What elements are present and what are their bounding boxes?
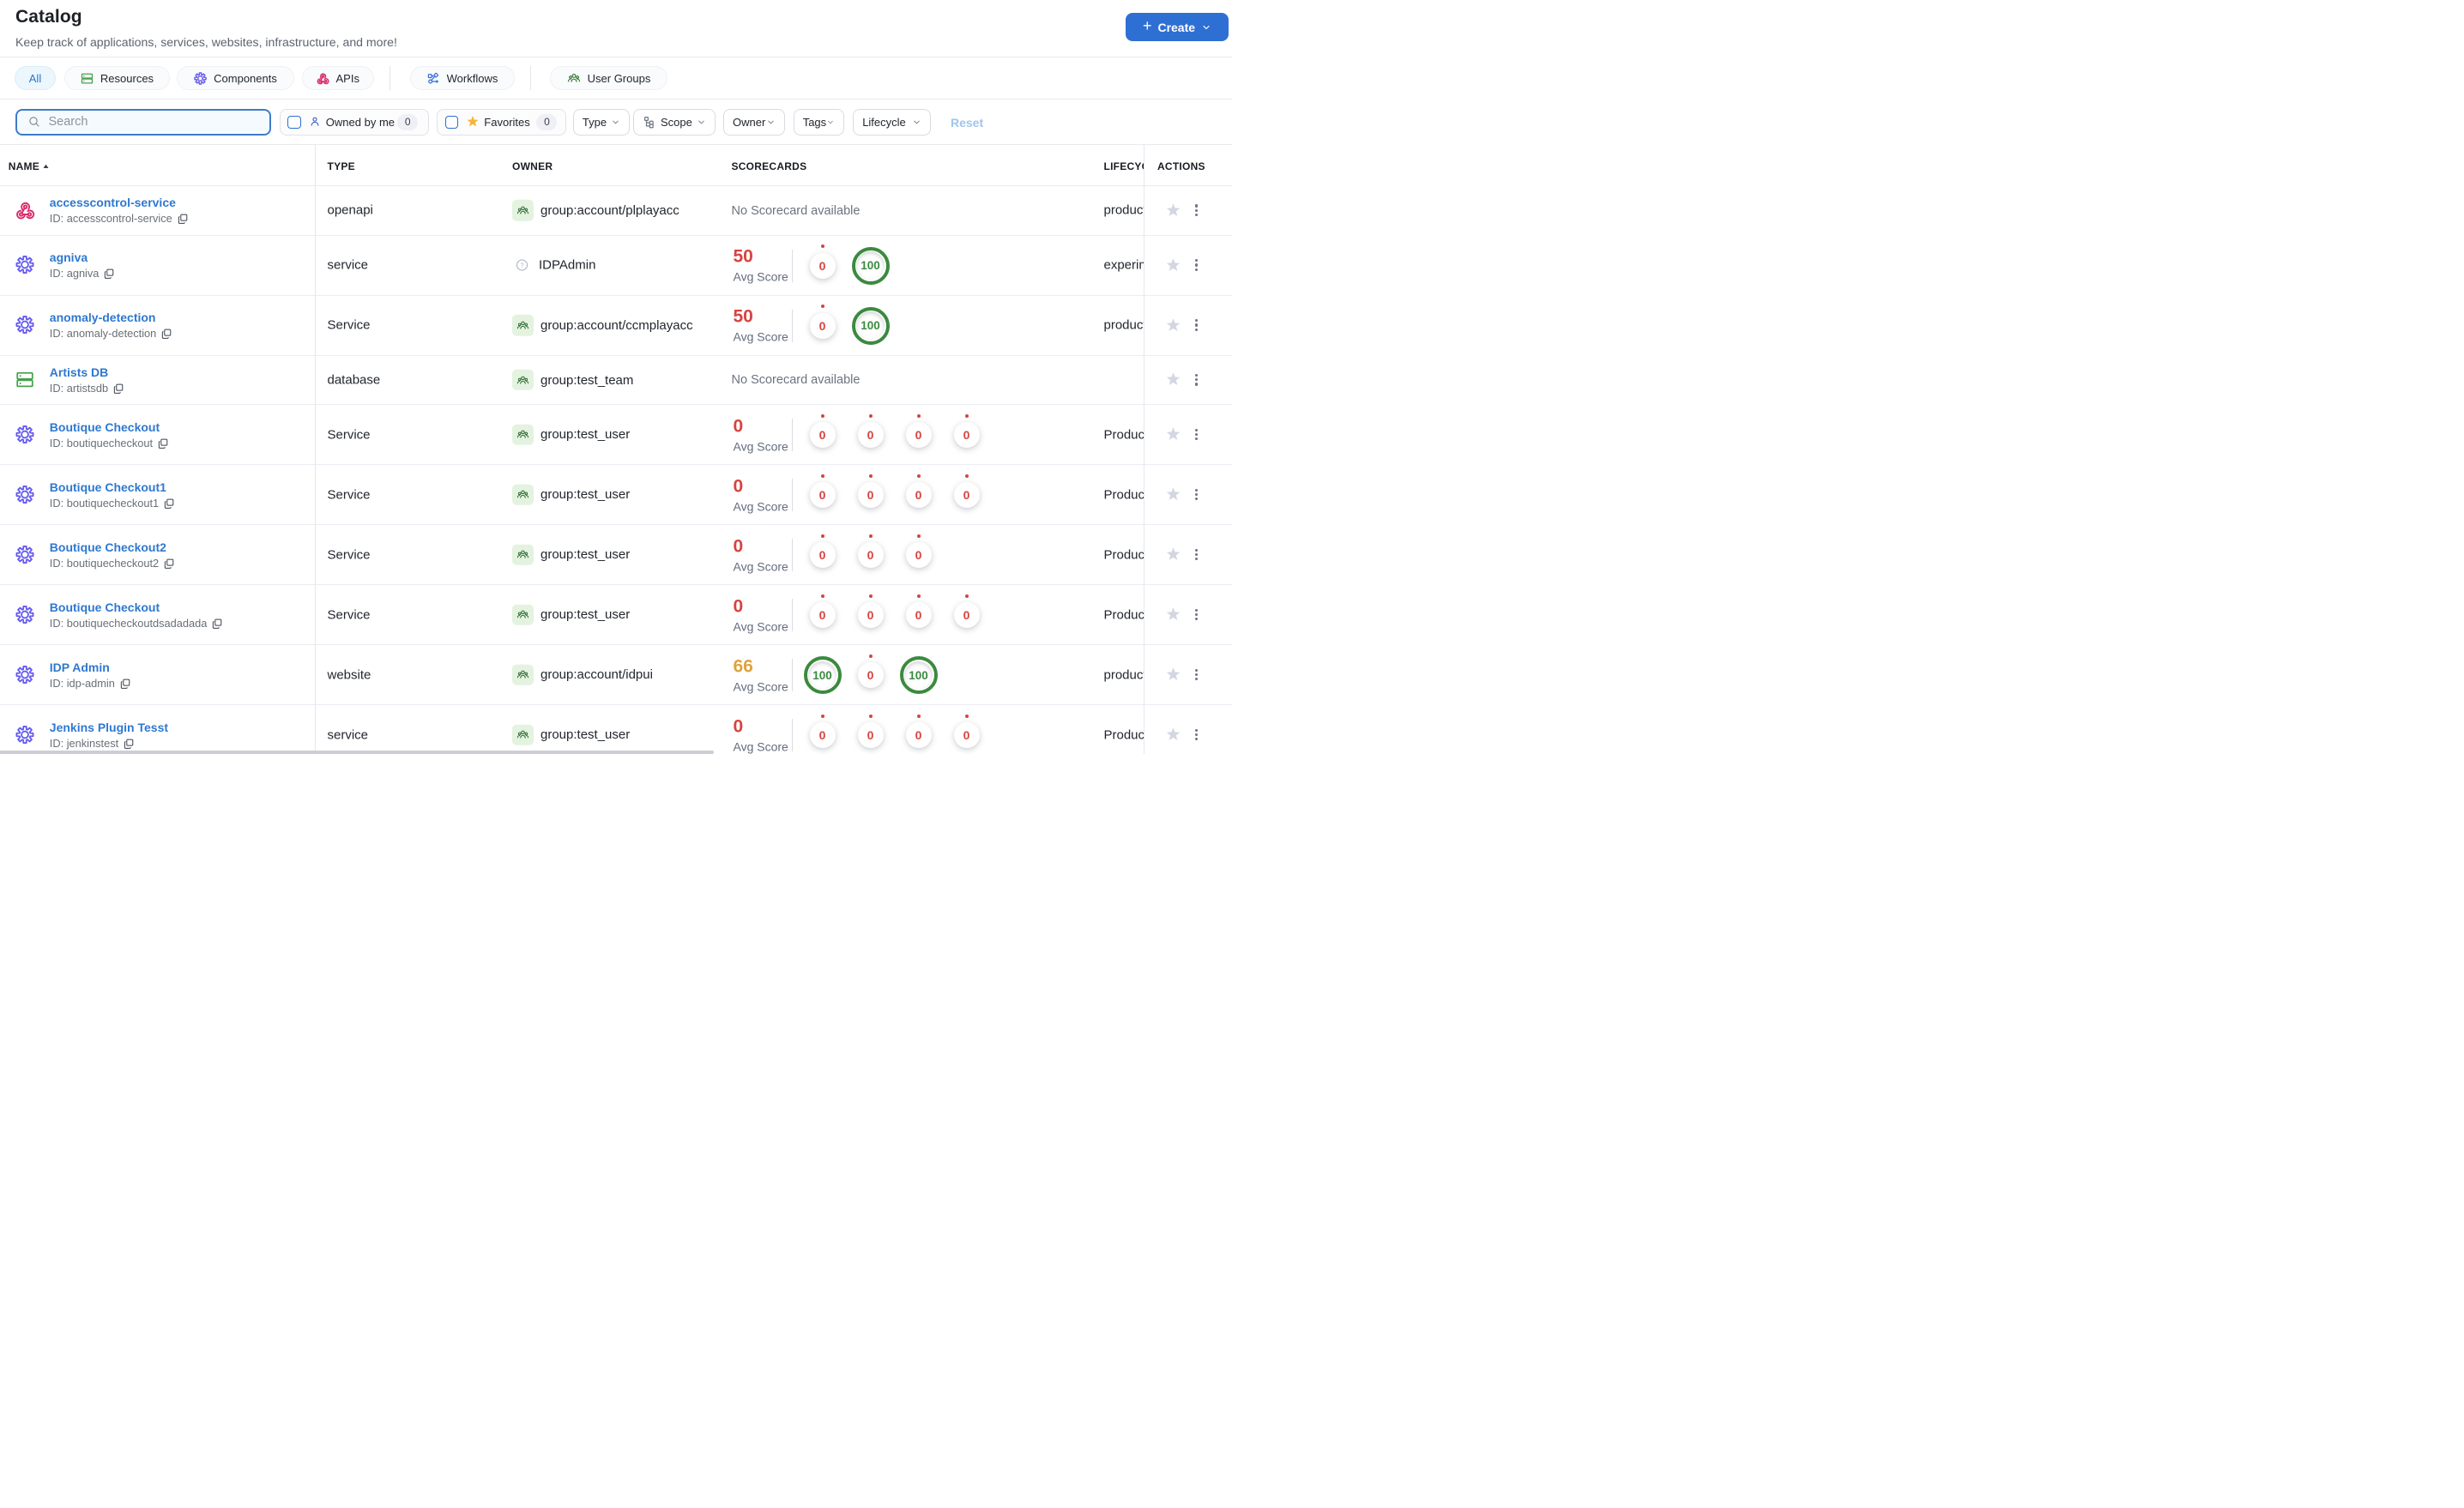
- svg-text:?: ?: [520, 262, 523, 268]
